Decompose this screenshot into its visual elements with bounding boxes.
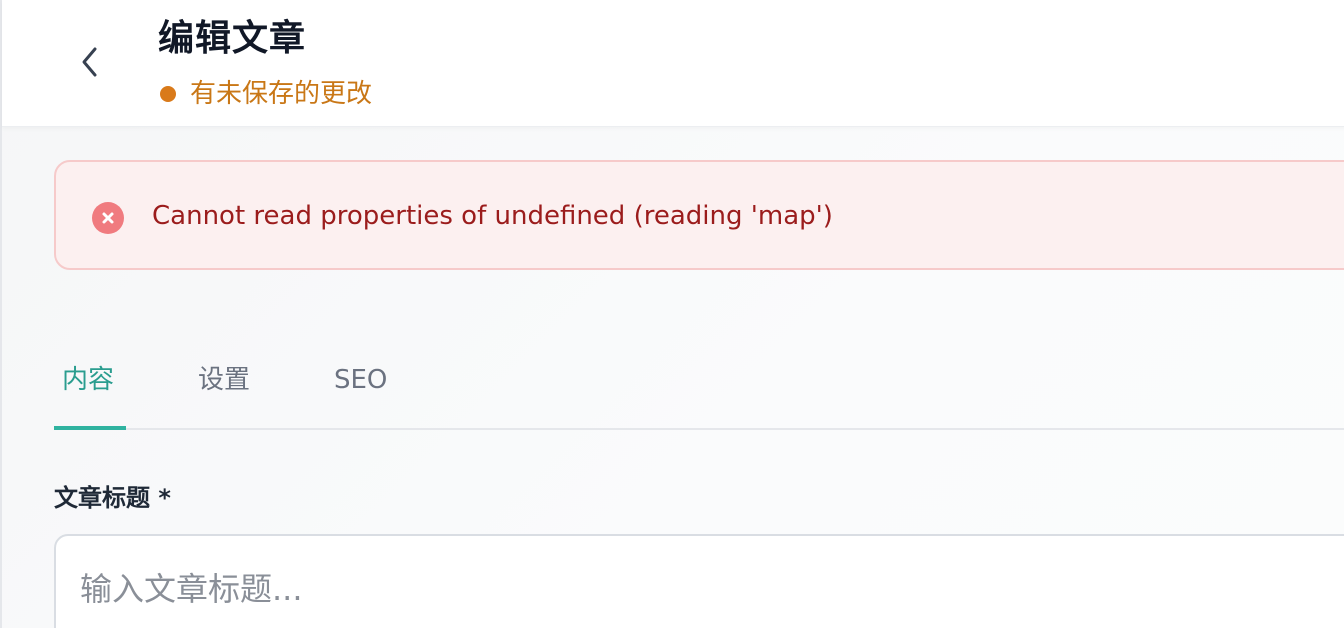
tab-bar: 内容 设置 SEO [54,350,1344,430]
back-button[interactable] [72,44,108,80]
tab-settings[interactable]: 设置 [198,360,250,400]
tab-content[interactable]: 内容 [62,360,114,400]
unsaved-status: 有未保存的更改 [160,76,372,112]
error-alert: Cannot read properties of undefined (rea… [54,160,1344,270]
unsaved-status-text: 有未保存的更改 [190,79,373,109]
title-input[interactable] [54,534,1344,628]
page-title: 编辑文章 [158,18,307,59]
chevron-left-icon [82,47,97,77]
editor-page: 编辑文章 有未保存的更改 Cannot read properties of u… [0,0,1344,628]
error-message: Cannot read properties of undefined (rea… [152,201,833,231]
active-tab-indicator [54,426,126,430]
page-header: 编辑文章 有未保存的更改 [2,0,1344,127]
status-dot-icon [160,86,176,102]
close-circle-icon [92,202,124,234]
title-field-label: 文章标题 * [54,484,171,512]
tab-seo[interactable]: SEO [334,360,387,400]
